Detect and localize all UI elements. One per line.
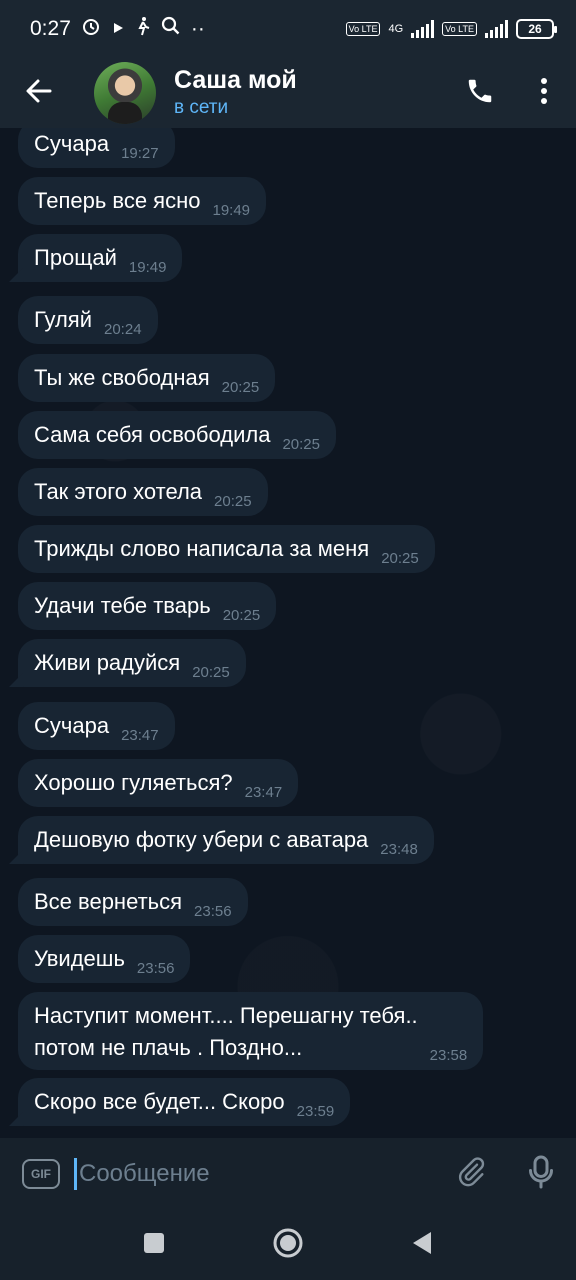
message-bubble[interactable]: Все вернеться 23:56 bbox=[18, 878, 248, 926]
attach-button[interactable] bbox=[436, 1138, 506, 1210]
paperclip-icon bbox=[455, 1156, 487, 1193]
avatar[interactable] bbox=[94, 62, 156, 124]
message-input[interactable] bbox=[79, 1160, 329, 1188]
message-bubble[interactable]: Живи радуйся 20:25 bbox=[18, 639, 246, 687]
message-text: Прощай bbox=[34, 245, 117, 270]
message-bubble[interactable]: Сучара 23:47 bbox=[18, 702, 175, 750]
message-text: Дешовую фотку убери с аватара bbox=[34, 827, 369, 852]
message-text: Трижды слово написала за меня bbox=[34, 536, 370, 561]
chat-header: Саша мой в сети bbox=[0, 58, 576, 128]
message-bubble[interactable]: Так этого хотела 20:25 bbox=[18, 468, 268, 516]
message-bubble[interactable]: Удачи тебе тварь 20:25 bbox=[18, 582, 277, 630]
online-status: в сети bbox=[174, 97, 229, 118]
message-text: Все вернеться bbox=[34, 889, 183, 914]
arrow-left-icon bbox=[25, 77, 53, 110]
message-bubble[interactable]: Сучара 19:27 bbox=[18, 128, 175, 168]
message-bubble[interactable]: Наступит момент.... Перешагну тебя.. пот… bbox=[18, 992, 484, 1070]
message-time: 23:48 bbox=[380, 841, 418, 858]
voice-record-button[interactable] bbox=[506, 1138, 576, 1210]
message-text: Так этого хотела bbox=[34, 479, 203, 504]
message-bubble[interactable]: Гуляй 20:24 bbox=[18, 296, 158, 344]
battery-icon: 26 bbox=[516, 19, 557, 39]
chat-name: Саша мой bbox=[174, 66, 297, 94]
message-text: Наступит момент.... Перешагну тебя.. пот… bbox=[34, 1003, 418, 1060]
message-list[interactable]: Сучара 19:27 Теперь все ясно 19:49 Проща… bbox=[0, 128, 576, 1138]
chat-title-area[interactable]: Саша мой в сети bbox=[174, 65, 448, 121]
message-text: Увидешь bbox=[34, 946, 125, 971]
message-bubble[interactable]: Трижды слово написала за меня 20:25 bbox=[18, 525, 435, 573]
message-bubble[interactable]: Дешовую фотку убери с аватара 23:48 bbox=[18, 816, 434, 864]
message-time: 20:25 bbox=[192, 664, 230, 681]
message-time: 23:59 bbox=[296, 1103, 335, 1120]
search-icon bbox=[161, 16, 181, 42]
message-bubble[interactable]: Сама себя освободила 20:25 bbox=[18, 411, 336, 459]
message-text: Живи радуйся bbox=[34, 650, 181, 675]
message-time: 19:49 bbox=[128, 259, 167, 276]
message-time: 23:47 bbox=[244, 784, 283, 801]
back-nav-button[interactable] bbox=[411, 1231, 433, 1260]
message-text: Теперь все ясно bbox=[34, 188, 201, 213]
battery-level: 26 bbox=[528, 22, 542, 36]
recents-button[interactable] bbox=[143, 1232, 165, 1259]
message-bubble[interactable]: Хорошо гуляеться? 23:47 bbox=[18, 759, 299, 807]
message-input-area[interactable] bbox=[74, 1158, 436, 1190]
home-button[interactable] bbox=[272, 1227, 304, 1264]
message-bubble[interactable]: Ты же свободная 20:25 bbox=[18, 354, 276, 402]
message-time: 23:58 bbox=[429, 1047, 468, 1064]
message-text: Сама себя освободила bbox=[34, 422, 271, 447]
message-time: 20:25 bbox=[221, 379, 260, 396]
message-time: 20:25 bbox=[222, 607, 261, 624]
system-nav-bar bbox=[0, 1210, 576, 1280]
message-bubble[interactable]: Прощай 19:49 bbox=[18, 234, 183, 282]
volte-badge-2: Vo LTE bbox=[442, 22, 477, 36]
message-time: 20:25 bbox=[381, 550, 419, 567]
play-icon bbox=[111, 17, 125, 41]
message-time: 19:49 bbox=[212, 202, 251, 219]
walking-icon bbox=[135, 16, 151, 42]
signal-icon bbox=[411, 20, 435, 38]
message-text: Сучара bbox=[34, 131, 110, 156]
text-cursor bbox=[74, 1158, 77, 1190]
message-time: 19:27 bbox=[121, 145, 159, 162]
alarm-icon bbox=[81, 16, 101, 42]
message-time: 23:56 bbox=[194, 903, 232, 920]
message-time: 23:56 bbox=[136, 960, 175, 977]
back-button[interactable] bbox=[0, 58, 78, 128]
message-time: 20:24 bbox=[104, 321, 142, 338]
message-text: Скоро все будет... Скоро bbox=[34, 1089, 285, 1114]
microphone-icon bbox=[526, 1154, 556, 1195]
message-bubble[interactable]: Скоро все будет... Скоро 23:59 bbox=[18, 1078, 351, 1126]
message-time: 20:25 bbox=[214, 493, 252, 510]
message-text: Хорошо гуляеться? bbox=[34, 770, 233, 795]
status-bar: 0:27 ·· Vo LTE 4G Vo LTE 26 bbox=[0, 0, 576, 58]
message-bubble[interactable]: Увидешь 23:56 bbox=[18, 935, 191, 983]
signal-icon-2 bbox=[485, 20, 508, 38]
message-time: 20:25 bbox=[282, 436, 320, 453]
call-button[interactable] bbox=[448, 58, 512, 128]
message-composer: GIF bbox=[0, 1138, 576, 1210]
message-time: 23:47 bbox=[121, 727, 159, 744]
gif-button[interactable]: GIF bbox=[22, 1159, 60, 1189]
status-time: 0:27 bbox=[30, 17, 71, 40]
message-text: Удачи тебе тварь bbox=[34, 593, 211, 618]
volte-badge: Vo LTE bbox=[345, 22, 381, 36]
message-text: Ты же свободная bbox=[34, 365, 210, 390]
more-notifications-icon: ·· bbox=[190, 17, 205, 40]
message-bubble[interactable]: Теперь все ясно 19:49 bbox=[18, 177, 267, 225]
message-text: Сучара bbox=[34, 713, 110, 738]
network-type: 4G bbox=[388, 23, 404, 35]
message-text: Гуляй bbox=[34, 307, 92, 332]
more-menu-button[interactable] bbox=[512, 58, 576, 128]
more-vertical-icon bbox=[540, 77, 548, 110]
phone-icon bbox=[465, 76, 495, 111]
